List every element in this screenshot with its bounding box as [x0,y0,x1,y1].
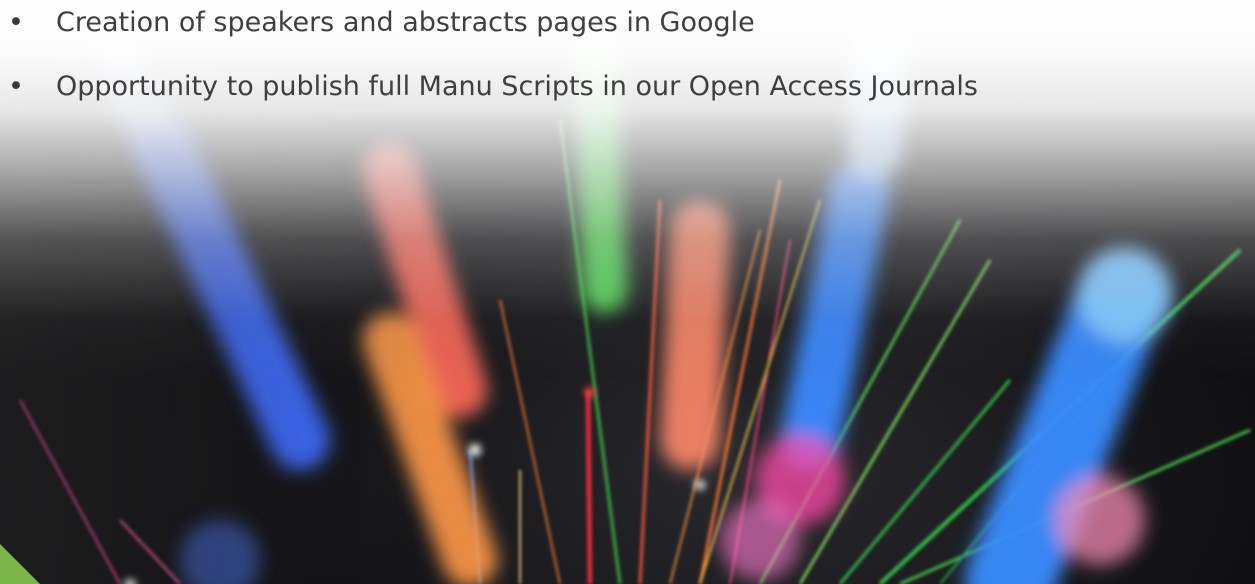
blurred-light-rods [85,12,1173,584]
bullet-marker: • [8,71,24,102]
corner-accent-triangle [0,544,40,584]
bullet-item: • Creation of speakers and abstracts pag… [0,6,1240,40]
bullet-text: Opportunity to publish full Manu Scripts… [56,71,978,102]
bullet-marker: • [8,7,24,38]
slide: • Creation of speakers and abstracts pag… [0,0,1255,584]
bullet-text: Creation of speakers and abstracts pages… [56,7,755,38]
bullet-list: • Creation of speakers and abstracts pag… [0,0,1240,104]
bullet-item: • Opportunity to publish full Manu Scrip… [0,70,1240,104]
